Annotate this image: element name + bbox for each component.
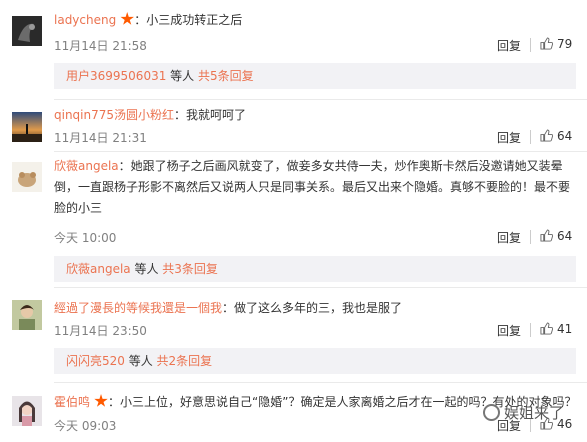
reply-count-text: 等人 bbox=[124, 354, 157, 368]
like-button[interactable]: 79 bbox=[540, 37, 572, 51]
like-count: 64 bbox=[557, 229, 573, 243]
view-replies-link[interactable]: 共3条回复 bbox=[162, 262, 218, 276]
comment-text: ：她跟了杨子之后画风就变了，做妾多女共侍一夫，炒作奥斯卡然后没邀请她又装晕倒，一… bbox=[54, 159, 571, 215]
like-count: 64 bbox=[557, 129, 573, 143]
divider bbox=[530, 230, 531, 244]
replies-summary[interactable]: 用户3699506031 等人 共5条回复 bbox=[54, 63, 576, 89]
replies-summary[interactable]: 闪闪亮520 等人 共2条回复 bbox=[54, 348, 576, 374]
comment-line: 欣薇angela：她跟了杨子之后画风就变了，做妾多女共侍一夫，炒作奥斯卡然后没邀… bbox=[54, 156, 576, 219]
timestamp: 11月14日 21:31 bbox=[54, 131, 147, 145]
comment-line: qinqin775汤圆小粉红：我就呵呵了 bbox=[54, 104, 246, 126]
avatar[interactable] bbox=[12, 396, 42, 426]
view-replies-link[interactable]: 共5条回复 bbox=[198, 69, 254, 83]
thumbs-up-icon bbox=[540, 129, 553, 142]
reply-user-link[interactable]: 欣薇angela bbox=[66, 262, 131, 276]
username-link[interactable]: ladycheng bbox=[54, 13, 116, 27]
comment-line: 經過了漫長的等候我還是一個我：做了这么多年的三，我也是服了 bbox=[54, 297, 402, 319]
vip-star-icon bbox=[94, 394, 108, 407]
timestamp: 11月14日 23:50 bbox=[54, 324, 147, 338]
username-link[interactable]: 欣薇angela bbox=[54, 159, 119, 173]
comment-item: 經過了漫長的等候我還是一個我：做了这么多年的三，我也是服了 11月14日 23:… bbox=[0, 288, 587, 384]
watermark-text: 娱姐来了 bbox=[504, 404, 565, 422]
comment-text: ：小三成功转正之后 bbox=[134, 13, 243, 27]
timestamp: 今天 10:00 bbox=[54, 231, 117, 245]
thumbs-up-icon bbox=[540, 322, 553, 335]
reply-button[interactable]: 回复 bbox=[497, 322, 521, 339]
divider bbox=[530, 38, 531, 52]
divider bbox=[530, 130, 531, 144]
username-link[interactable]: qinqin775汤圆小粉红 bbox=[54, 108, 174, 122]
reply-user-link[interactable]: 用户3699506031 bbox=[66, 69, 166, 83]
separator bbox=[54, 382, 587, 383]
like-count: 41 bbox=[557, 322, 573, 336]
avatar[interactable] bbox=[12, 300, 42, 330]
avatar[interactable] bbox=[12, 112, 42, 142]
vip-star-icon bbox=[120, 12, 134, 25]
thumbs-up-icon bbox=[540, 229, 553, 242]
timestamp: 今天 09:03 bbox=[54, 419, 117, 433]
like-count: 79 bbox=[557, 37, 573, 51]
comment-item: qinqin775汤圆小粉红：我就呵呵了 11月14日 21:31 回复 64 bbox=[0, 100, 587, 152]
like-button[interactable]: 41 bbox=[540, 322, 572, 336]
avatar[interactable] bbox=[12, 162, 42, 192]
reply-button[interactable]: 回复 bbox=[497, 129, 521, 146]
comment-line: ladycheng ：小三成功转正之后 bbox=[54, 9, 242, 31]
reply-button[interactable]: 回复 bbox=[497, 229, 521, 246]
comment-item: ladycheng ：小三成功转正之后 11月14日 21:58 回复 79 用户… bbox=[0, 0, 587, 100]
reply-count-text: 等人 bbox=[130, 262, 163, 276]
timestamp: 11月14日 21:58 bbox=[54, 39, 147, 53]
like-button[interactable]: 64 bbox=[540, 129, 572, 143]
watermark-logo-icon bbox=[483, 404, 500, 421]
reply-count-text: 等人 bbox=[166, 69, 198, 83]
view-replies-link[interactable]: 共2条回复 bbox=[157, 354, 213, 368]
reply-user-link[interactable]: 闪闪亮520 bbox=[66, 354, 125, 368]
avatar[interactable] bbox=[12, 16, 42, 46]
comment-text: ：做了这么多年的三，我也是服了 bbox=[222, 301, 403, 315]
divider bbox=[530, 323, 531, 337]
username-link[interactable]: 霍伯鸣 bbox=[54, 395, 90, 409]
thumbs-up-icon bbox=[540, 37, 553, 50]
reply-button[interactable]: 回复 bbox=[497, 37, 521, 54]
comment-text: ：我就呵呵了 bbox=[174, 108, 247, 122]
like-button[interactable]: 64 bbox=[540, 229, 572, 243]
replies-summary[interactable]: 欣薇angela 等人 共3条回复 bbox=[54, 256, 576, 282]
watermark: 娱姐来了 bbox=[483, 402, 575, 426]
username-link[interactable]: 經過了漫長的等候我還是一個我 bbox=[54, 301, 222, 315]
comment-item: 欣薇angela：她跟了杨子之后画风就变了，做妾多女共侍一夫，炒作奥斯卡然后没邀… bbox=[0, 152, 587, 288]
